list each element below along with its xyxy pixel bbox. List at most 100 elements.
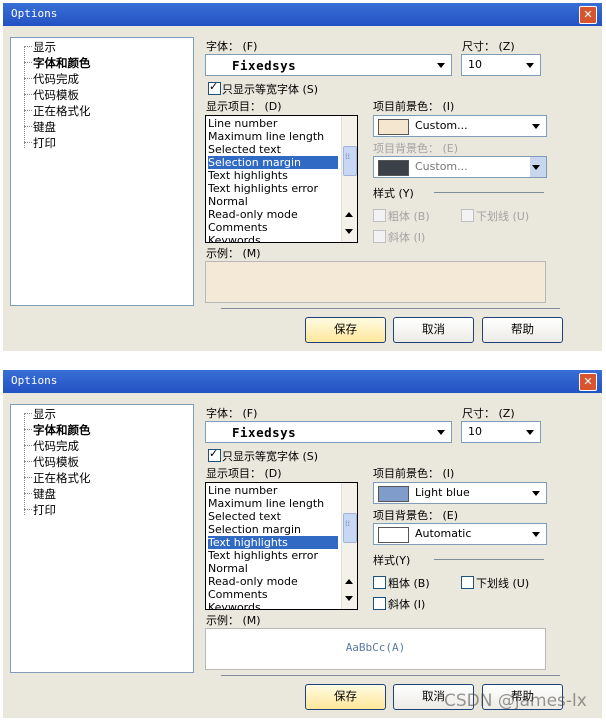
- monospace-only-label: 只显示等宽字体 (S): [222, 450, 319, 463]
- chevron-down-icon: [526, 430, 534, 435]
- display-items-list[interactable]: Line number Maximum line length Selected…: [205, 482, 358, 610]
- list-item-selected[interactable]: Selection margin: [208, 156, 338, 169]
- cancel-button[interactable]: 取消: [393, 317, 474, 343]
- tree-branch: [24, 461, 32, 462]
- chevron-down-icon: [526, 63, 534, 68]
- background-color-select[interactable]: Custom...: [373, 156, 547, 178]
- list-item[interactable]: Line number: [208, 117, 338, 130]
- tree-item-formatting[interactable]: 正在格式化: [33, 470, 91, 486]
- list-item[interactable]: Line number: [208, 484, 338, 497]
- list-item[interactable]: Text highlights: [208, 169, 338, 182]
- underline-label: 下划线 (U): [476, 210, 530, 223]
- divider: [221, 675, 560, 676]
- tree-item-fonts-colors[interactable]: 字体和颜色: [33, 55, 91, 71]
- background-value: Custom...: [415, 160, 468, 173]
- list-item[interactable]: Keywords: [208, 234, 338, 242]
- list-scrollbar[interactable]: [341, 483, 357, 609]
- underline-checkbox[interactable]: [461, 576, 474, 589]
- close-button[interactable]: ✕: [579, 6, 597, 24]
- tree-item-code-templates[interactable]: 代码模板: [33, 454, 79, 470]
- tree-item-print[interactable]: 打印: [33, 502, 56, 518]
- tree-item-keyboard[interactable]: 键盘: [33, 119, 56, 135]
- bold-checkbox[interactable]: [373, 576, 386, 589]
- list-item[interactable]: Comments: [208, 221, 338, 234]
- italic-checkbox[interactable]: [373, 230, 386, 243]
- list-item-selected[interactable]: Text highlights: [208, 536, 338, 549]
- title-bar: Options ✕: [3, 3, 602, 26]
- background-swatch: [378, 527, 409, 543]
- bold-label: 粗体 (B): [388, 210, 430, 223]
- close-button[interactable]: ✕: [579, 373, 597, 391]
- tree-branch: [24, 413, 32, 414]
- foreground-color-select[interactable]: Light blue: [373, 482, 547, 504]
- size-select[interactable]: 10: [461, 54, 541, 76]
- scroll-thumb[interactable]: [343, 146, 357, 176]
- list-item[interactable]: Selected text: [208, 143, 338, 156]
- divider: [434, 192, 544, 193]
- background-swatch: [378, 160, 409, 176]
- example-label: 示例： (M): [206, 614, 261, 627]
- monospace-only-checkbox[interactable]: [208, 80, 221, 95]
- font-value: Fixedsys: [232, 425, 297, 440]
- scroll-down-icon[interactable]: [345, 229, 353, 234]
- list-item[interactable]: Comments: [208, 588, 338, 601]
- tree-item-display[interactable]: 显示: [33, 39, 56, 55]
- category-tree[interactable]: 显示 字体和颜色 代码完成 代码模板 正在格式化 键盘 打印: [10, 37, 194, 306]
- tree-item-code-completion[interactable]: 代码完成: [33, 438, 79, 454]
- list-item[interactable]: Read-only mode: [208, 575, 338, 588]
- watermark: CSDN @james-lx: [444, 691, 587, 711]
- tree-branch: [24, 429, 32, 430]
- list-item[interactable]: Normal: [208, 562, 338, 575]
- tree-item-code-completion[interactable]: 代码完成: [33, 71, 79, 87]
- tree-item-print[interactable]: 打印: [33, 135, 56, 151]
- scroll-up-icon[interactable]: [345, 212, 353, 217]
- scroll-up-icon[interactable]: [345, 579, 353, 584]
- size-label: 尺寸： (Z): [462, 40, 515, 53]
- tree-branch: [24, 445, 32, 446]
- save-button[interactable]: 保存: [305, 317, 386, 343]
- list-item[interactable]: Selected text: [208, 510, 338, 523]
- foreground-value: Custom...: [415, 119, 468, 132]
- background-label: 项目背景色： (E): [373, 142, 459, 155]
- category-tree[interactable]: 显示 字体和颜色 代码完成 代码模板 正在格式化 键盘 打印: [10, 404, 194, 673]
- chevron-down-icon: [532, 165, 540, 170]
- tree-item-fonts-colors[interactable]: 字体和颜色: [33, 422, 91, 438]
- size-value: 10: [468, 58, 482, 71]
- foreground-label: 项目前景色： (I): [373, 467, 455, 480]
- background-color-select[interactable]: Automatic: [373, 523, 547, 545]
- font-select[interactable]: Fixedsys: [205, 54, 452, 76]
- underline-checkbox[interactable]: [461, 209, 474, 222]
- list-item[interactable]: Normal: [208, 195, 338, 208]
- foreground-swatch: [378, 486, 409, 502]
- list-item[interactable]: Maximum line length: [208, 497, 338, 510]
- monospace-only-label: 只显示等宽字体 (S): [222, 83, 319, 96]
- font-select[interactable]: Fixedsys: [205, 421, 452, 443]
- font-label: 字体： (F): [206, 407, 258, 420]
- tree-item-display[interactable]: 显示: [33, 406, 56, 422]
- list-scrollbar[interactable]: [341, 116, 357, 242]
- tree-item-formatting[interactable]: 正在格式化: [33, 103, 91, 119]
- list-item[interactable]: Text highlights error: [208, 549, 338, 562]
- italic-checkbox[interactable]: [373, 597, 386, 610]
- list-item[interactable]: Keywords: [208, 601, 338, 609]
- size-select[interactable]: 10: [461, 421, 541, 443]
- tree-item-code-templates[interactable]: 代码模板: [33, 87, 79, 103]
- save-button[interactable]: 保存: [305, 684, 386, 710]
- list-item[interactable]: Read-only mode: [208, 208, 338, 221]
- foreground-swatch: [378, 119, 409, 135]
- list-item[interactable]: Maximum line length: [208, 130, 338, 143]
- scroll-down-icon[interactable]: [345, 596, 353, 601]
- foreground-color-select[interactable]: Custom...: [373, 115, 547, 137]
- tree-item-keyboard[interactable]: 键盘: [33, 486, 56, 502]
- list-item[interactable]: Selection margin: [208, 523, 338, 536]
- scroll-thumb[interactable]: [343, 513, 357, 543]
- options-dialog-2: Options ✕ 显示 字体和颜色 代码完成 代码模板 正在格式化 键盘 打印…: [3, 370, 602, 718]
- help-button[interactable]: 帮助: [482, 317, 563, 343]
- list-item[interactable]: Text highlights error: [208, 182, 338, 195]
- monospace-only-checkbox[interactable]: [208, 447, 221, 462]
- font-value: Fixedsys: [232, 58, 297, 73]
- divider: [221, 308, 560, 309]
- display-items-list[interactable]: Line number Maximum line length Selected…: [205, 115, 358, 243]
- bold-checkbox[interactable]: [373, 209, 386, 222]
- chevron-down-icon: [532, 124, 540, 129]
